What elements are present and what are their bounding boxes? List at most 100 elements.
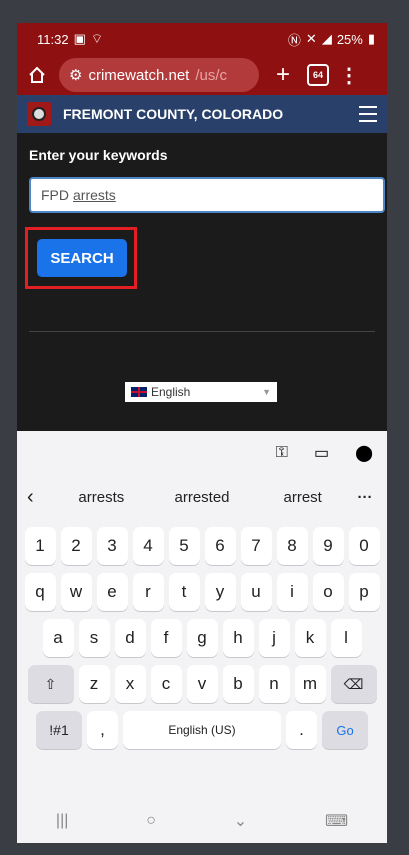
nfc-icon: Ⓝ — [287, 32, 301, 48]
backspace-icon: ⌫ — [343, 675, 364, 692]
location-pin-icon[interactable]: ⬤ — [355, 443, 373, 463]
number-row: 1 2 3 4 5 6 7 8 9 0 — [17, 527, 387, 565]
key-0[interactable]: 0 — [348, 527, 380, 565]
key-d[interactable]: d — [114, 619, 146, 657]
site-settings-icon[interactable]: ⚙ — [69, 66, 82, 84]
tab-count: 64 — [312, 70, 323, 80]
address-bar[interactable]: ⚙ crimewatch.net/us/c — [59, 58, 259, 92]
key-v[interactable]: v — [186, 665, 218, 703]
key-w[interactable]: w — [60, 573, 92, 611]
search-section: Enter your keywords FPD arrests SEARCH En… — [17, 133, 387, 402]
key-x[interactable]: x — [114, 665, 146, 703]
key-a[interactable]: a — [42, 619, 74, 657]
keyboard-switch-icon[interactable]: ⌨ — [325, 811, 348, 831]
key-9[interactable]: 9 — [312, 527, 344, 565]
key-c[interactable]: c — [150, 665, 182, 703]
backspace-key[interactable]: ⌫ — [330, 665, 377, 703]
key-q[interactable]: q — [24, 573, 56, 611]
search-button-highlight: SEARCH — [25, 227, 137, 289]
key-k[interactable]: k — [294, 619, 326, 657]
wifi-icon: ⌔ — [90, 31, 104, 46]
key-g[interactable]: g — [186, 619, 218, 657]
bottom-row: !#1 , English (US) . Go — [17, 711, 387, 749]
recent-apps-icon[interactable]: ||| — [56, 812, 68, 830]
tab-switcher-button[interactable]: 64 — [307, 64, 329, 86]
site-header: FREMONT COUNTY, COLORADO — [17, 95, 387, 133]
key-l[interactable]: l — [330, 619, 362, 657]
new-tab-button[interactable]: + — [269, 61, 297, 89]
home-button[interactable] — [25, 63, 49, 87]
key-u[interactable]: u — [240, 573, 272, 611]
space-key[interactable]: English (US) — [123, 711, 281, 749]
browser-toolbar: ⚙ crimewatch.net/us/c + 64 ⋮ — [17, 55, 387, 95]
search-button[interactable]: SEARCH — [37, 239, 127, 277]
letter-row-2: a s d f g h j k l — [17, 619, 387, 657]
key-s[interactable]: s — [78, 619, 110, 657]
keywords-label: Enter your keywords — [29, 147, 168, 163]
language-selected: English — [151, 385, 191, 399]
key-2[interactable]: 2 — [60, 527, 92, 565]
key-7[interactable]: 7 — [240, 527, 272, 565]
key-h[interactable]: h — [222, 619, 254, 657]
key-z[interactable]: z — [78, 665, 110, 703]
key-o[interactable]: o — [312, 573, 344, 611]
key-3[interactable]: 3 — [96, 527, 128, 565]
key-n[interactable]: n — [258, 665, 290, 703]
key-j[interactable]: j — [258, 619, 290, 657]
hamburger-menu-icon[interactable] — [359, 106, 377, 122]
suggestion-bar: ‹ arrests arrested arrest ··· — [17, 475, 387, 519]
site-logo-icon[interactable] — [27, 102, 51, 126]
system-nav-bar: ||| ○ ⌄ ⌨ — [17, 799, 387, 843]
gallery-icon: ▣ — [73, 31, 86, 46]
key-b[interactable]: b — [222, 665, 254, 703]
key-i[interactable]: i — [276, 573, 308, 611]
key-6[interactable]: 6 — [204, 527, 236, 565]
key-8[interactable]: 8 — [276, 527, 308, 565]
uk-flag-icon — [131, 387, 147, 397]
back-chevron-icon[interactable]: ⌄ — [234, 811, 247, 831]
url-path: /us/c — [195, 66, 228, 84]
suggestion-3[interactable]: arrest — [252, 489, 353, 506]
key-e[interactable]: e — [96, 573, 128, 611]
shift-key[interactable]: ⇧ — [27, 665, 74, 703]
shift-icon: ⇧ — [44, 675, 57, 692]
go-key[interactable]: Go — [322, 711, 368, 749]
language-select[interactable]: English ▼ — [125, 382, 277, 402]
key-t[interactable]: t — [168, 573, 200, 611]
site-title: FREMONT COUNTY, COLORADO — [63, 106, 284, 122]
letter-row-1: q w e r t y u i o p — [17, 573, 387, 611]
key-icon[interactable]: ⚿ — [276, 444, 288, 462]
keywords-input[interactable]: FPD arrests — [29, 177, 385, 213]
status-time: 11:32 — [37, 31, 69, 47]
battery-icon: ▮ — [367, 31, 375, 46]
mute-icon: ✕ — [305, 31, 317, 46]
key-5[interactable]: 5 — [168, 527, 200, 565]
chevron-down-icon: ▼ — [262, 387, 271, 397]
key-y[interactable]: y — [204, 573, 236, 611]
keywords-value-word: arrests — [73, 187, 116, 203]
more-icon[interactable]: ··· — [353, 489, 377, 506]
comma-key[interactable]: , — [87, 711, 118, 749]
suggestion-2[interactable]: arrested — [152, 489, 253, 506]
key-1[interactable]: 1 — [24, 527, 56, 565]
battery-percent: 25% — [336, 31, 363, 47]
keyboard-toolbar: ⚿ ▭ ⬤ — [17, 431, 387, 475]
letter-row-3: ⇧ z x c v b n m ⌫ — [17, 665, 387, 703]
key-f[interactable]: f — [150, 619, 182, 657]
card-icon[interactable]: ▭ — [314, 443, 329, 463]
key-m[interactable]: m — [294, 665, 326, 703]
url-host: crimewatch.net — [88, 66, 190, 84]
key-r[interactable]: r — [132, 573, 164, 611]
symbols-key[interactable]: !#1 — [36, 711, 82, 749]
key-p[interactable]: p — [348, 573, 380, 611]
on-screen-keyboard: ⚿ ▭ ⬤ ‹ arrests arrested arrest ··· 1 2 … — [17, 431, 387, 843]
home-icon — [29, 66, 45, 83]
home-circle-icon[interactable]: ○ — [146, 812, 156, 830]
signal-icon: ◢ — [321, 31, 332, 46]
menu-button[interactable]: ⋮ — [339, 63, 359, 88]
key-4[interactable]: 4 — [132, 527, 164, 565]
keywords-value-prefix: FPD — [41, 187, 69, 203]
suggestion-1[interactable]: arrests — [51, 489, 152, 506]
period-key[interactable]: . — [286, 711, 317, 749]
chevron-left-icon[interactable]: ‹ — [27, 486, 51, 509]
